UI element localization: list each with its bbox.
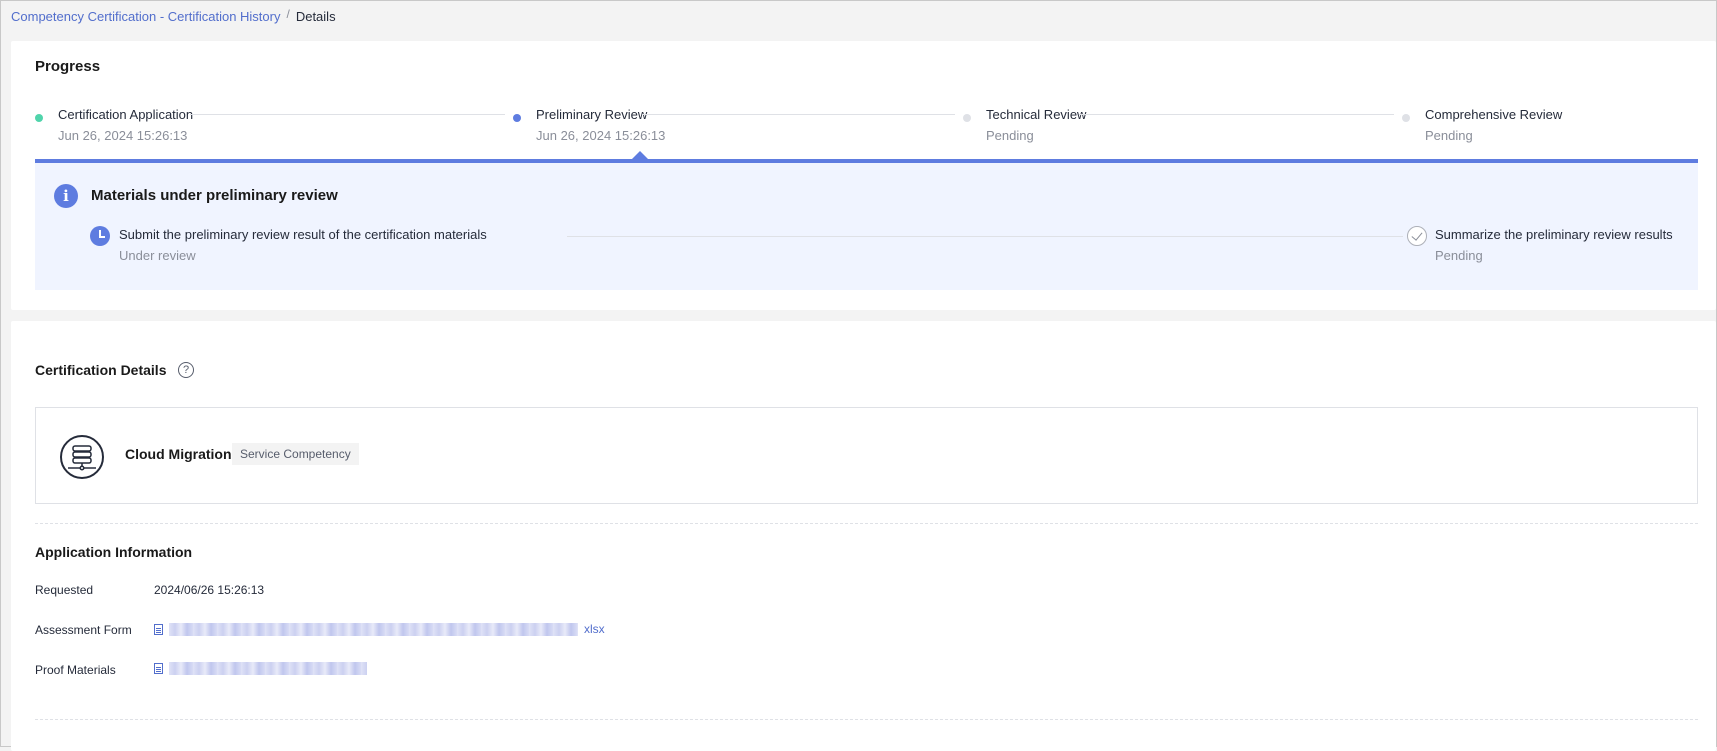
sub-step-status: Pending bbox=[1435, 248, 1483, 263]
proof-materials-file-link[interactable] bbox=[154, 662, 367, 675]
step-time: Jun 26, 2024 15:26:13 bbox=[58, 128, 188, 143]
step-title: Preliminary Review bbox=[536, 107, 648, 122]
help-icon[interactable]: ? bbox=[178, 362, 194, 378]
assessment-form-label: Assessment Form bbox=[35, 623, 132, 637]
step-connector bbox=[1079, 114, 1394, 115]
breadcrumb-separator: / bbox=[286, 6, 290, 21]
progress-card: Progress Certification Application Jun 2… bbox=[11, 41, 1716, 310]
divider bbox=[35, 523, 1698, 524]
certification-type-tag: Service Competency bbox=[232, 443, 359, 465]
sub-step-title: Summarize the preliminary review results bbox=[1435, 227, 1673, 242]
step-status: Pending bbox=[1425, 128, 1473, 143]
requested-label: Requested bbox=[35, 583, 94, 597]
certification-details-card: Certification Details ? Cloud Migration … bbox=[11, 321, 1716, 751]
file-extension: xlsx bbox=[584, 622, 605, 636]
info-icon: i bbox=[54, 184, 78, 208]
step-title: Comprehensive Review bbox=[1425, 107, 1563, 122]
document-icon bbox=[154, 663, 163, 674]
certification-name: Cloud Migration bbox=[125, 446, 232, 462]
step-connector bbox=[642, 114, 955, 115]
application-information-title: Application Information bbox=[35, 544, 193, 560]
check-circle-icon bbox=[1407, 226, 1427, 246]
divider bbox=[35, 719, 1698, 720]
step-pending-dot bbox=[963, 114, 971, 122]
breadcrumb-parent-link[interactable]: Competency Certification - Certification… bbox=[11, 9, 280, 24]
breadcrumb-current: Details bbox=[295, 9, 336, 24]
step-title: Technical Review bbox=[986, 107, 1087, 122]
redacted-file-name bbox=[169, 662, 367, 675]
panel-title: Materials under preliminary review bbox=[91, 187, 338, 204]
step-active-dot bbox=[513, 114, 521, 122]
breadcrumb: Competency Certification - Certification… bbox=[11, 6, 336, 25]
step-status: Pending bbox=[986, 128, 1034, 143]
step-title: Certification Application bbox=[58, 107, 194, 122]
proof-materials-label: Proof Materials bbox=[35, 663, 116, 677]
review-status-panel: i Materials under preliminary review Sub… bbox=[35, 159, 1698, 290]
sub-step-connector bbox=[567, 236, 1403, 237]
active-step-pointer bbox=[632, 151, 648, 159]
step-pending-dot bbox=[1402, 114, 1410, 122]
clock-icon bbox=[90, 226, 110, 246]
certification-box: Cloud Migration Service Competency bbox=[35, 407, 1698, 504]
sub-step-title: Submit the preliminary review result of … bbox=[119, 227, 487, 242]
progress-title: Progress bbox=[35, 58, 101, 75]
step-time: Jun 26, 2024 15:26:13 bbox=[536, 128, 666, 143]
step-connector bbox=[190, 114, 505, 115]
certification-details-title: Certification Details bbox=[35, 362, 167, 378]
requested-value: 2024/06/26 15:26:13 bbox=[154, 583, 265, 597]
step-done-dot bbox=[35, 114, 43, 122]
assessment-form-file-link[interactable]: xlsx bbox=[154, 622, 605, 636]
redacted-file-name bbox=[169, 622, 578, 636]
server-stack-icon bbox=[60, 435, 104, 479]
sub-step-status: Under review bbox=[119, 248, 196, 263]
document-icon bbox=[154, 623, 163, 635]
